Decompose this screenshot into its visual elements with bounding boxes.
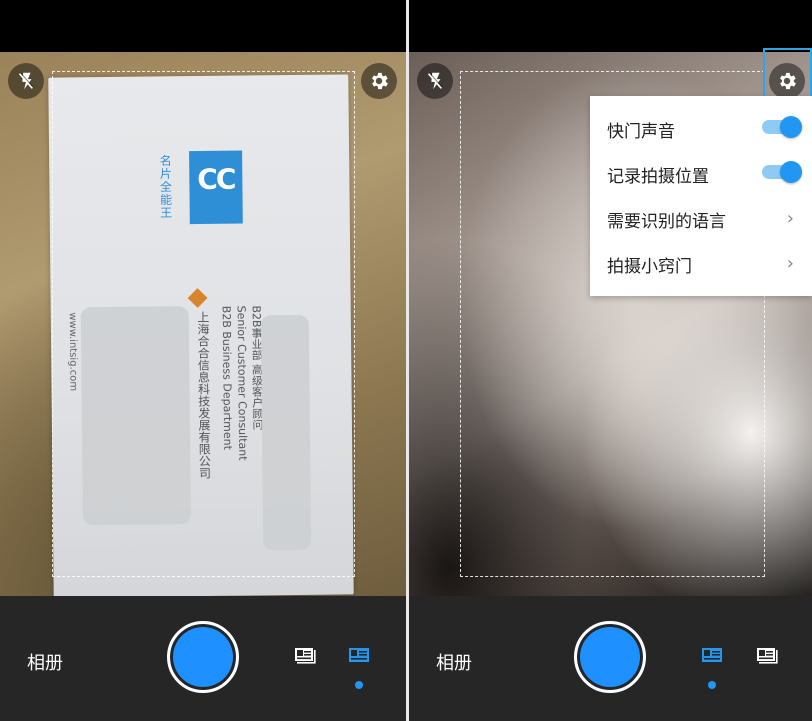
toggle-knob [780, 161, 802, 183]
settings-menu: 快门声音 记录拍摄位置 需要识别的语言 › 拍摄小窍门 › [590, 96, 812, 296]
menu-item-label: 拍摄小窍门 [607, 256, 692, 277]
chevron-right-icon: › [786, 208, 794, 229]
gear-icon [372, 72, 388, 90]
menu-item-record-location[interactable]: 记录拍摄位置 [590, 152, 812, 196]
chevron-right-icon: › [786, 253, 794, 274]
settings-button[interactable] [361, 63, 397, 99]
selected-mode-indicator [708, 681, 716, 689]
menu-item-label: 需要识别的语言 [607, 211, 726, 232]
camera-screen-left: 名片全能王 CC B2B事业部 高级客户顾问 Senior Customer C… [0, 0, 406, 721]
card-guide-frame [52, 71, 355, 577]
shutter-button[interactable] [167, 621, 239, 693]
single-card-mode-icon[interactable] [348, 646, 370, 664]
single-card-mode-icon[interactable] [701, 646, 723, 664]
camera-bottom-bar: 相册 [0, 596, 406, 721]
batch-card-mode-icon[interactable] [294, 646, 316, 664]
shutter-button[interactable] [574, 621, 646, 693]
camera-bottom-bar: 相册 [409, 596, 812, 721]
album-button[interactable]: 相册 [27, 649, 63, 675]
album-button[interactable]: 相册 [436, 649, 472, 675]
flash-off-icon [18, 72, 34, 90]
selected-mode-indicator [355, 681, 363, 689]
flash-off-icon [427, 72, 443, 90]
menu-item-label: 记录拍摄位置 [607, 166, 709, 187]
toggle-knob [780, 116, 802, 138]
menu-item-label: 快门声音 [607, 121, 675, 142]
menu-item-recognition-language[interactable]: 需要识别的语言 › [590, 197, 812, 241]
flash-toggle-button[interactable] [8, 63, 44, 99]
record-location-toggle[interactable] [762, 161, 802, 183]
camera-screen-right: 快门声音 记录拍摄位置 需要识别的语言 › 拍摄小窍门 › 相册 [409, 0, 812, 721]
batch-card-mode-icon[interactable] [756, 646, 778, 664]
menu-item-shooting-tips[interactable]: 拍摄小窍门 › [590, 242, 812, 286]
flash-toggle-button[interactable] [417, 63, 453, 99]
menu-item-shutter-sound[interactable]: 快门声音 [590, 107, 812, 151]
shutter-sound-toggle[interactable] [762, 116, 802, 138]
settings-button-highlight [763, 48, 812, 103]
camera-viewfinder: 名片全能王 CC B2B事业部 高级客户顾问 Senior Customer C… [0, 52, 406, 596]
